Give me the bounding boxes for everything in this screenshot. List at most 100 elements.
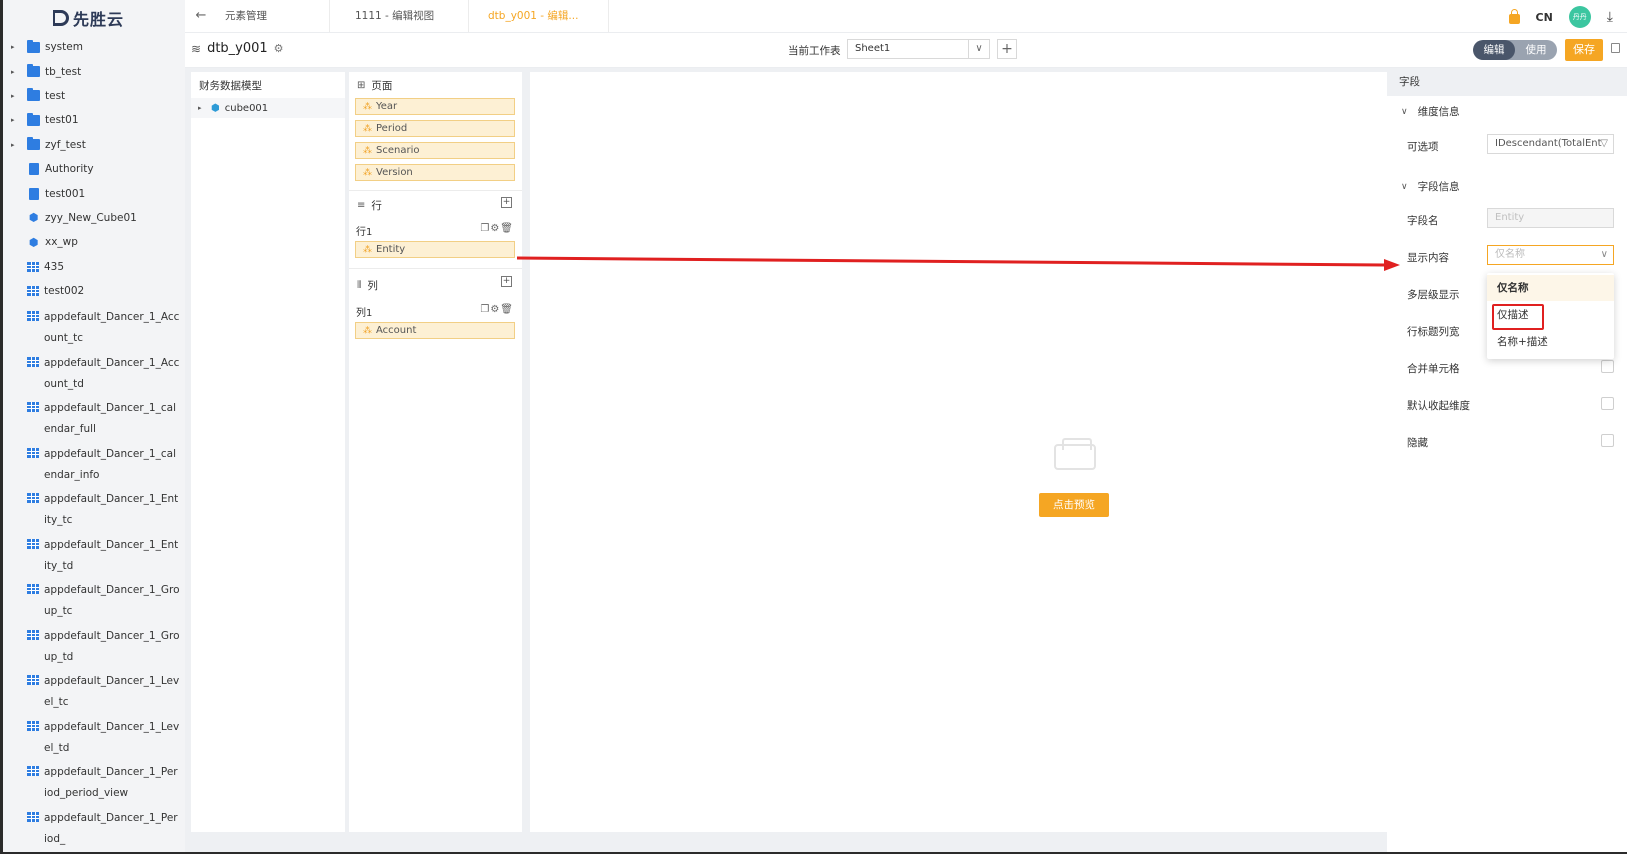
sidebar-item-label: appdefault_Dancer_1_Period_ [44, 811, 178, 845]
sidebar-item-label: appdefault_Dancer_1_Level_tc [44, 675, 180, 709]
filter-icon[interactable]: ▽ [1600, 135, 1608, 153]
sidebar-item[interactable]: appdefault_Dancer_1_calendar_info [3, 440, 185, 486]
sidebar-item[interactable]: ⬢ xx_wp [3, 230, 185, 254]
cube-item[interactable]: ▸ ⬢ cube001 [191, 98, 345, 118]
optional-label: 可选项 [1407, 141, 1439, 153]
gear-icon[interactable]: ⚙ [490, 304, 500, 315]
sidebar-item[interactable]: appdefault_Dancer_1_Period_period_view [3, 758, 185, 804]
caret-right-icon[interactable]: ▸ [198, 104, 206, 112]
caret-right-icon[interactable]: ▸ [11, 43, 19, 51]
back-arrow-icon[interactable]: ← [193, 8, 209, 24]
table-icon [27, 402, 39, 413]
avatar[interactable]: 丹丹 [1568, 6, 1591, 28]
sidebar-item-label: appdefault_Dancer_1_Account_tc [44, 311, 180, 345]
sidebar-item[interactable]: ▸ tb_test [3, 59, 185, 83]
worksheet-select[interactable]: Sheet1 ∨ [847, 39, 990, 59]
group-title: 字段信息 [1417, 181, 1460, 193]
sidebar-item-label: appdefault_Dancer_1_Group_td [44, 629, 180, 663]
sidebar-item[interactable]: ▸ test01 [3, 108, 185, 132]
copy-icon[interactable] [1611, 43, 1620, 53]
annotation-highlight-box [1492, 304, 1544, 330]
sidebar-item[interactable]: ▸ test [3, 84, 185, 108]
sidebar-item[interactable]: appdefault_Dancer_1_Entity_tc [3, 485, 185, 531]
gear-icon[interactable]: ⚙ [274, 42, 284, 55]
grid-icon: ⊞ [357, 80, 366, 91]
chevron-down-icon: ∨ [968, 40, 989, 58]
caret-right-icon[interactable]: ▸ [11, 116, 19, 124]
mode-toggle[interactable]: 编辑 使用 [1473, 40, 1557, 60]
save-button[interactable]: 保存 [1565, 39, 1603, 61]
hide-checkbox[interactable] [1601, 434, 1614, 447]
sidebar-item[interactable]: appdefault_Dancer_1_Group_tc [3, 576, 185, 622]
dimension-panel: ⊞ 页面 ⁂ Year ⁂ Period ⁂ Scenario ⁂ Version ≡ … [349, 72, 522, 832]
gear-icon[interactable]: ⚙ [490, 223, 500, 234]
caret-right-icon[interactable]: ▸ [11, 92, 19, 100]
mode-use[interactable]: 使用 [1515, 40, 1557, 60]
tab-dtb-edit[interactable]: dtb_y001 - 编辑... [478, 0, 609, 32]
sidebar-item-label: test002 [44, 285, 85, 298]
add-column-icon[interactable]: + [501, 276, 512, 287]
sidebar-item[interactable]: appdefault_Dancer_1_Group_td [3, 622, 185, 668]
sidebar-item-label: zyf_test [45, 138, 86, 151]
sidebar-item[interactable]: appdefault_Dancer_1_calendar_full [3, 394, 185, 440]
dim-chip-period[interactable]: ⁂ Period [355, 120, 515, 137]
hierarchy-icon: ⁂ [363, 124, 372, 134]
sidebar-item-label: 435 [44, 260, 65, 273]
hierarchy-icon: ⁂ [363, 102, 372, 112]
sidebar-item[interactable]: test001 [3, 181, 185, 205]
folder-icon [27, 64, 40, 78]
dim-label: Scenario [376, 145, 420, 156]
sidebar-item[interactable]: ▸ zyf_test [3, 133, 185, 157]
tab-element-management[interactable]: 元素管理 [215, 0, 330, 32]
sidebar-item[interactable]: appdefault_Dancer_1_Account_td [3, 349, 185, 395]
divider [349, 268, 522, 269]
cube-icon: ⬢ [28, 211, 39, 225]
language-switch[interactable]: CN [1536, 11, 1553, 24]
dim-chip-entity[interactable]: ⁂ Entity [355, 241, 515, 258]
merge-cells-checkbox[interactable] [1601, 360, 1614, 373]
optional-input[interactable]: IDescendant(TotalEnt ▽ [1487, 134, 1614, 154]
field-info-group[interactable]: ∨ 字段信息 [1401, 179, 1460, 194]
sidebar-item[interactable]: 435 [3, 255, 185, 279]
sidebar-item[interactable]: appdefault_Dancer_1_Period_ [3, 804, 185, 850]
table-icon [27, 286, 39, 297]
table-icon [27, 356, 39, 367]
collapse-dimension-checkbox[interactable] [1601, 397, 1614, 410]
add-row-icon[interactable]: + [501, 197, 512, 208]
dimension-info-group[interactable]: ∨ 维度信息 [1401, 104, 1460, 119]
sidebar-item[interactable]: test002 [3, 279, 185, 303]
copy-icon[interactable]: ❐ [480, 304, 490, 315]
display-content-select[interactable]: 仅名称 ∨ [1487, 245, 1614, 265]
sidebar-item[interactable]: appdefault_Dancer_1_Account_tc [3, 303, 185, 349]
sidebar: 先胜云 ▸ system ▸ tb_test ▸ test ▸ test01 ▸ zyf_test… [3, 0, 186, 852]
page-section-header: ⊞ 页面 [357, 78, 392, 93]
sidebar-item[interactable]: appdefault_Dancer_1_Entity_td [3, 531, 185, 577]
delete-icon[interactable]: 🗑 [500, 223, 514, 234]
copy-icon[interactable]: ❐ [480, 223, 490, 234]
sidebar-item[interactable]: Authority [3, 157, 185, 181]
sidebar-item[interactable]: ▸ system [3, 35, 185, 59]
folder-icon [27, 39, 40, 53]
preview-canvas: 点击预览 [530, 72, 1387, 832]
preview-button[interactable]: 点击预览 [1039, 493, 1109, 517]
sidebar-item[interactable]: appdefault_Dancer_1_Level_tc [3, 667, 185, 713]
option-name-only[interactable]: 仅名称 [1487, 275, 1614, 301]
add-worksheet-button[interactable]: + [997, 39, 1017, 59]
option-name-desc[interactable]: 名称+描述 [1487, 329, 1614, 355]
delete-icon[interactable]: 🗑 [500, 304, 514, 315]
lock-icon[interactable] [1508, 9, 1520, 24]
column-tools: ❐⚙🗑 [480, 304, 514, 315]
dim-chip-scenario[interactable]: ⁂ Scenario [355, 142, 515, 159]
mode-edit[interactable]: 编辑 [1473, 40, 1515, 60]
download-icon[interactable]: ⤓ [1607, 9, 1613, 25]
caret-right-icon[interactable]: ▸ [11, 68, 19, 76]
folder-icon [27, 137, 40, 151]
sidebar-item[interactable]: appdefault_Dancer_1_Level_td [3, 713, 185, 759]
tab-edit-view[interactable]: 1111 - 编辑视图 [345, 0, 469, 32]
caret-right-icon[interactable]: ▸ [11, 141, 19, 149]
dim-chip-version[interactable]: ⁂ Version [355, 164, 515, 181]
dim-chip-account[interactable]: ⁂ Account [355, 322, 515, 339]
sidebar-item[interactable]: ⬢ zyy_New_Cube01 [3, 206, 185, 230]
table-icon [27, 675, 39, 686]
dim-chip-year[interactable]: ⁂ Year [355, 98, 515, 115]
